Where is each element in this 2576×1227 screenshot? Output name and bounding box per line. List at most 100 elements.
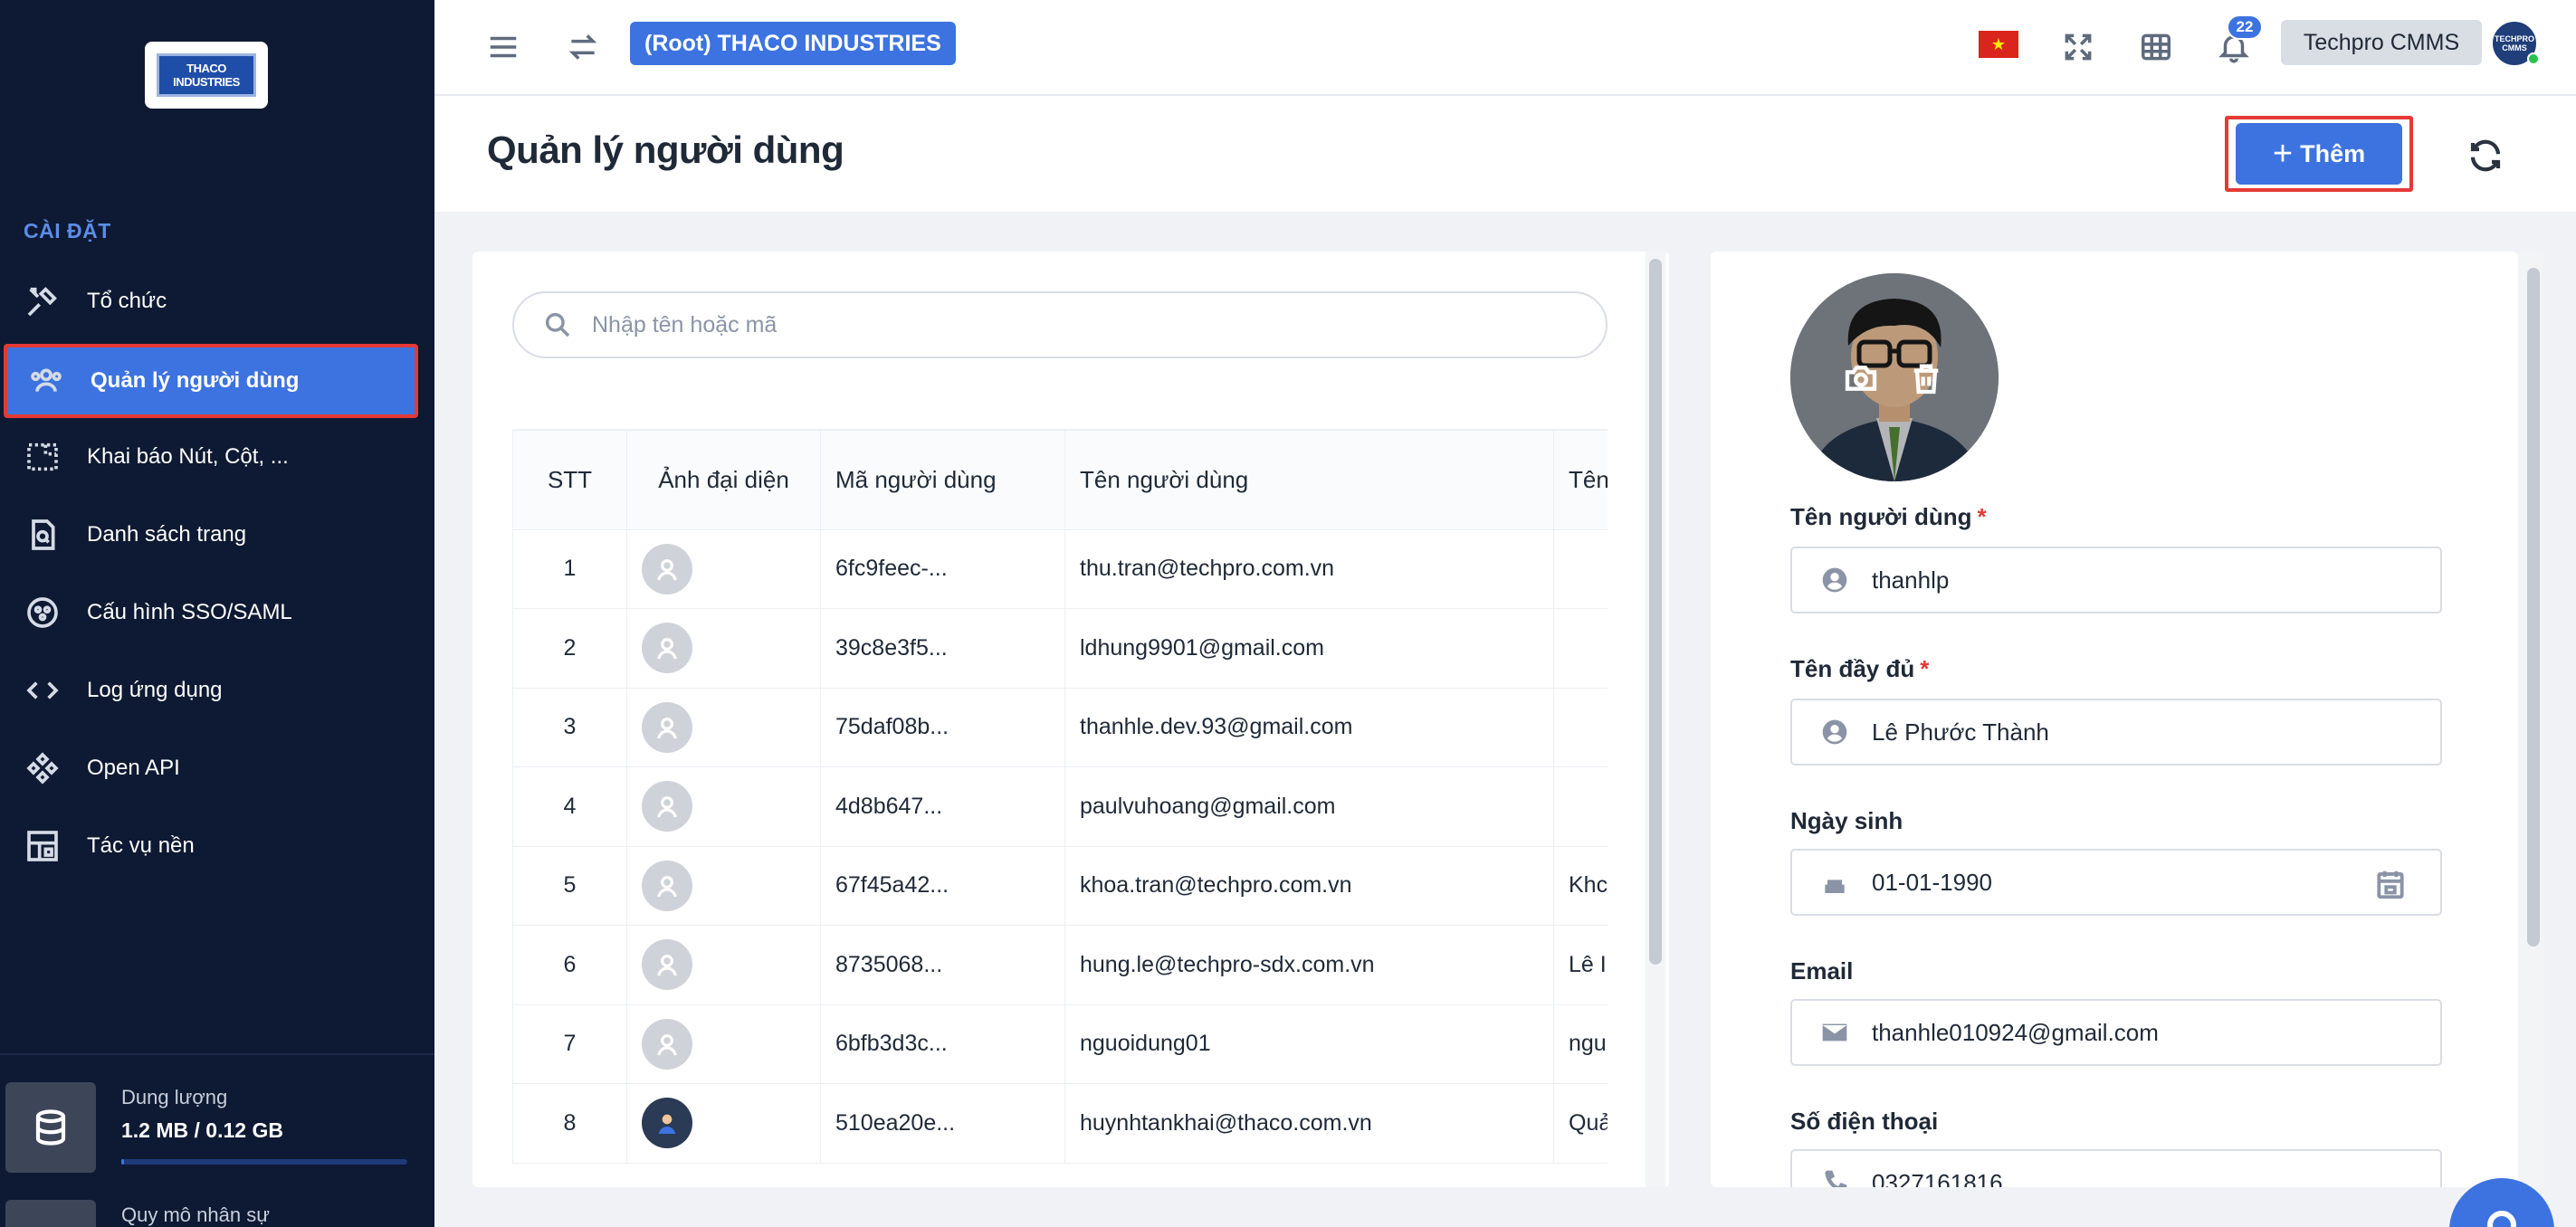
sidebar-item-user-management[interactable]: Quản lý người dùng bbox=[4, 344, 418, 418]
sso-icon bbox=[24, 594, 62, 632]
cell-code: 75daf08b... bbox=[820, 687, 1065, 767]
username-label-text: Tên người dùng bbox=[1790, 503, 1972, 530]
cell-username: thanhle.dev.93@gmail.com bbox=[1064, 687, 1554, 767]
cell-username: ldhung9901@gmail.com bbox=[1064, 608, 1554, 689]
dob-label: Ngày sinh bbox=[1790, 807, 1903, 834]
phone-icon bbox=[1819, 1167, 1850, 1187]
table-row[interactable]: 8 510ea20e... huynhtankhai@thaco.com.vn Quả bbox=[512, 1083, 1608, 1164]
cell-avatar bbox=[626, 1083, 821, 1164]
user-list-card: STT Ảnh đại diện Mã người dùng Tên người… bbox=[472, 252, 1669, 1187]
dob-value: 01-01-1990 bbox=[1872, 868, 1992, 896]
email-field[interactable]: thanhle010924@gmail.com bbox=[1790, 999, 2442, 1066]
table-row[interactable]: 5 67f45a42... khoa.tran@techpro.com.vn Khc bbox=[512, 845, 1608, 926]
sidebar-item-background-tasks[interactable]: Tác vụ nền bbox=[0, 809, 420, 883]
profile-illustration bbox=[1790, 273, 1999, 481]
cell-username: huynhtankhai@thaco.com.vn bbox=[1064, 1083, 1554, 1164]
cell-avatar bbox=[626, 925, 821, 1005]
cell-stt: 7 bbox=[512, 1003, 627, 1084]
company-logo[interactable]: THACO INDUSTRIES bbox=[145, 42, 268, 109]
table-header-row: STT Ảnh đại diện Mã người dùng Tên người… bbox=[512, 429, 1608, 530]
column-header-stt[interactable]: STT bbox=[512, 429, 627, 530]
cell-code: 6bfb3d3c... bbox=[820, 1003, 1065, 1084]
add-button-label: Thêm bbox=[2300, 139, 2366, 167]
cell-username: thu.tran@techpro.com.vn bbox=[1064, 528, 1554, 609]
cell-avatar bbox=[626, 608, 821, 689]
table-row[interactable]: 4 4d8b647... paulvuhoang@gmail.com bbox=[512, 766, 1608, 847]
cell-avatar bbox=[626, 766, 821, 847]
tools-icon bbox=[24, 282, 62, 320]
sidebar-item-label: Open API bbox=[87, 756, 180, 780]
table-row[interactable]: 2 39c8e3f5... ldhung9901@gmail.com bbox=[512, 608, 1608, 689]
phone-value: 0327161816 bbox=[1872, 1168, 2003, 1188]
table-row[interactable]: 3 75daf08b... thanhle.dev.93@gmail.com bbox=[512, 687, 1608, 767]
menu-icon[interactable] bbox=[480, 24, 527, 71]
table-row[interactable]: 6 8735068... hung.le@techpro-sdx.com.vn Lê … bbox=[512, 925, 1608, 1005]
sidebar-item-page-list[interactable]: Danh sách trang bbox=[0, 498, 420, 572]
cell-code: 67f45a42... bbox=[820, 845, 1065, 926]
cell-code: 39c8e3f5... bbox=[820, 608, 1065, 689]
default-avatar-icon bbox=[642, 1018, 692, 1070]
sidebar-item-label: Danh sách trang bbox=[87, 522, 247, 547]
search-box[interactable] bbox=[512, 291, 1608, 358]
sidebar-item-label: Khai báo Nút, Cột, ... bbox=[87, 444, 289, 469]
refresh-icon[interactable] bbox=[2462, 132, 2509, 179]
username-field[interactable]: thanhlp bbox=[1790, 547, 2442, 614]
column-header-avatar[interactable]: Ảnh đại diện bbox=[626, 429, 821, 530]
default-avatar-icon bbox=[642, 781, 692, 832]
logo-text: THACO INDUSTRIES bbox=[157, 53, 256, 97]
cell-username: paulvuhoang@gmail.com bbox=[1064, 766, 1554, 847]
required-mark: * bbox=[1920, 655, 1930, 682]
cell-fullname bbox=[1553, 608, 1608, 689]
cell-avatar bbox=[626, 1003, 821, 1084]
detail-scrollbar[interactable] bbox=[2527, 268, 2540, 946]
table-row[interactable]: 1 6fc9feec-... thu.tran@techpro.com.vn bbox=[512, 528, 1608, 609]
cell-username: khoa.tran@techpro.com.vn bbox=[1064, 845, 1554, 926]
search-input[interactable] bbox=[592, 311, 1588, 338]
dob-field[interactable]: 01-01-1990 bbox=[1790, 849, 2442, 916]
envelope-icon bbox=[1819, 1017, 1850, 1048]
cell-username: nguoidung01 bbox=[1064, 1003, 1554, 1084]
list-scrollbar[interactable] bbox=[1649, 259, 1662, 965]
sidebar-item-open-api[interactable]: Open API bbox=[0, 731, 420, 805]
switch-icon[interactable] bbox=[559, 24, 606, 71]
organization-badge[interactable]: (Root) THACO INDUSTRIES bbox=[630, 22, 956, 65]
search-icon bbox=[545, 312, 570, 338]
sidebar-item-declare-buttons[interactable]: Khai báo Nút, Cột, ... bbox=[0, 420, 420, 494]
calendar-icon[interactable] bbox=[2373, 867, 2408, 901]
cell-fullname bbox=[1553, 687, 1608, 767]
staff-icon bbox=[5, 1200, 96, 1227]
camera-icon[interactable] bbox=[1841, 358, 1881, 398]
trash-icon[interactable] bbox=[1906, 358, 1946, 398]
user-table-wrapper: STT Ảnh đại diện Mã người dùng Tên người… bbox=[512, 429, 1608, 1187]
sidebar-item-label: Cấu hình SSO/SAML bbox=[87, 600, 292, 624]
fullname-value: Lê Phước Thành bbox=[1872, 718, 2049, 746]
database-icon bbox=[5, 1082, 96, 1173]
phone-field[interactable]: 0327161816 bbox=[1790, 1149, 2442, 1187]
column-header-fullname[interactable]: Tên bbox=[1553, 429, 1608, 530]
user-table: STT Ảnh đại diện Mã người dùng Tên người… bbox=[512, 429, 1608, 1164]
cell-fullname bbox=[1553, 766, 1608, 847]
fullname-field[interactable]: Lê Phước Thành bbox=[1790, 699, 2442, 766]
cell-stt: 3 bbox=[512, 687, 627, 767]
sidebar-item-sso[interactable]: Cấu hình SSO/SAML bbox=[0, 575, 420, 650]
apps-grid-icon[interactable] bbox=[2132, 24, 2180, 71]
sidebar-item-app-log[interactable]: Log ứng dụng bbox=[0, 653, 420, 728]
plus-icon: + bbox=[2272, 135, 2294, 173]
fullname-label-text: Tên đầy đủ bbox=[1790, 655, 1915, 682]
page-header: Quản lý người dùng + Thêm bbox=[434, 96, 2576, 212]
sidebar-item-label: Quản lý người dùng bbox=[91, 368, 300, 393]
add-button[interactable]: + Thêm bbox=[2236, 123, 2402, 185]
sidebar-item-organization[interactable]: Tổ chức bbox=[0, 264, 420, 338]
cell-stt: 2 bbox=[512, 608, 627, 689]
column-header-username[interactable]: Tên người dùng bbox=[1064, 429, 1554, 530]
sidebar-item-label: Tác vụ nền bbox=[87, 833, 195, 858]
cell-fullname: ngu bbox=[1553, 1003, 1608, 1084]
code-icon bbox=[24, 671, 62, 709]
column-header-code[interactable]: Mã người dùng bbox=[820, 429, 1065, 530]
fullscreen-icon[interactable] bbox=[2055, 24, 2102, 71]
app-name-chip[interactable]: Techpro CMMS bbox=[2281, 20, 2482, 65]
table-row[interactable]: 7 6bfb3d3c... nguoidung01 ngu bbox=[512, 1003, 1608, 1084]
page-search-icon bbox=[24, 516, 62, 554]
sidebar-divider bbox=[0, 1053, 434, 1055]
vietnam-flag-icon[interactable]: ★ bbox=[1979, 31, 2018, 58]
